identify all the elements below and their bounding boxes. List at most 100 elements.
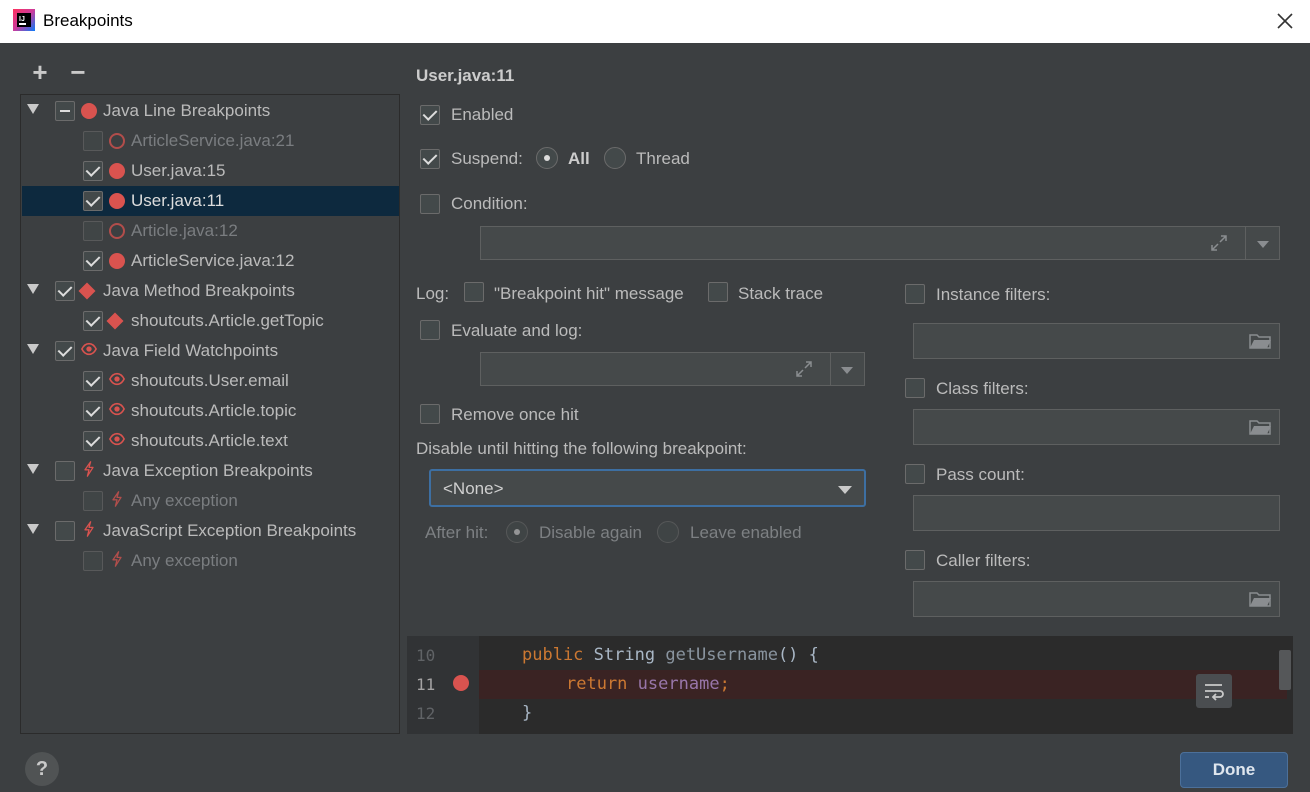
tree-breakpoint-row[interactable]: User.java:15 bbox=[22, 156, 399, 186]
tree-item-label: shoutcuts.User.email bbox=[131, 371, 289, 390]
expand-chevron-icon[interactable] bbox=[27, 344, 39, 354]
breakpoint-checkbox[interactable] bbox=[55, 461, 75, 481]
evaluate-log-checkbox[interactable] bbox=[420, 320, 440, 340]
caller-filters-checkbox[interactable] bbox=[905, 550, 925, 570]
expand-icon[interactable] bbox=[794, 359, 814, 379]
instance-filters-checkbox[interactable] bbox=[905, 284, 925, 304]
red-diamond-icon bbox=[106, 312, 124, 330]
red-ring-icon bbox=[109, 223, 125, 239]
expand-chevron-icon[interactable] bbox=[27, 524, 39, 534]
title-bar: IJ Breakpoints bbox=[0, 0, 1310, 43]
condition-input[interactable] bbox=[480, 226, 1280, 260]
breakpoint-checkbox[interactable] bbox=[83, 371, 103, 391]
breakpoint-checkbox[interactable] bbox=[55, 341, 75, 361]
breakpoint-checkbox[interactable] bbox=[83, 431, 103, 451]
tree-breakpoint-row[interactable]: Article.java:12 bbox=[22, 216, 399, 246]
log-message-checkbox[interactable] bbox=[464, 282, 484, 302]
done-button[interactable]: Done bbox=[1180, 752, 1288, 788]
class-filters-input[interactable] bbox=[913, 409, 1280, 445]
tree-breakpoint-row[interactable]: Any exception bbox=[22, 546, 399, 576]
suspend-all-label: All bbox=[568, 149, 590, 168]
evaluate-log-input[interactable] bbox=[480, 352, 865, 386]
disable-until-label: Disable until hitting the following brea… bbox=[416, 439, 747, 458]
folder-icon[interactable] bbox=[1249, 333, 1271, 349]
suspend-all-radio[interactable] bbox=[536, 147, 558, 169]
breakpoint-checkbox[interactable] bbox=[83, 491, 103, 511]
leave-enabled-radio[interactable] bbox=[657, 521, 679, 543]
breakpoint-checkbox[interactable] bbox=[83, 161, 103, 181]
folder-icon[interactable] bbox=[1249, 591, 1271, 607]
breakpoint-checkbox[interactable] bbox=[83, 131, 103, 151]
red-dot-icon bbox=[81, 103, 97, 119]
tree-group-row[interactable]: Java Line Breakpoints bbox=[22, 96, 399, 126]
tree-group-row[interactable]: Java Method Breakpoints bbox=[22, 276, 399, 306]
breakpoint-checkbox[interactable] bbox=[55, 521, 75, 541]
caller-filters-input[interactable] bbox=[913, 581, 1280, 617]
breakpoint-checkbox[interactable] bbox=[83, 191, 103, 211]
remove-once-hit-checkbox[interactable] bbox=[420, 404, 440, 424]
class-filters-checkbox[interactable] bbox=[905, 378, 925, 398]
disable-until-dropdown[interactable]: <None> bbox=[429, 469, 866, 507]
breakpoint-checkbox[interactable] bbox=[83, 551, 103, 571]
tree-group-row[interactable]: Java Exception Breakpoints bbox=[22, 456, 399, 486]
instance-filters-input[interactable] bbox=[913, 323, 1280, 359]
code-scrollbar[interactable] bbox=[1279, 650, 1291, 690]
expand-chevron-icon[interactable] bbox=[27, 464, 39, 474]
soft-wrap-button[interactable] bbox=[1196, 674, 1232, 708]
breakpoint-checkbox[interactable] bbox=[83, 311, 103, 331]
evaluate-log-label: Evaluate and log: bbox=[451, 321, 583, 340]
tree-breakpoint-row[interactable]: shoutcuts.User.email bbox=[22, 366, 399, 396]
pass-count-input[interactable] bbox=[913, 495, 1280, 531]
enabled-checkbox[interactable] bbox=[420, 105, 440, 125]
breakpoint-checkbox[interactable] bbox=[83, 401, 103, 421]
pass-count-checkbox[interactable] bbox=[905, 464, 925, 484]
after-hit-label: After hit: bbox=[425, 523, 489, 542]
remove-breakpoint-button[interactable]: − bbox=[66, 59, 90, 86]
breakpoint-checkbox[interactable] bbox=[55, 281, 75, 301]
tree-breakpoint-row[interactable]: User.java:11 bbox=[22, 186, 399, 216]
disable-again-radio[interactable] bbox=[506, 521, 528, 543]
log-message-label: "Breakpoint hit" message bbox=[494, 284, 684, 303]
lightning-icon bbox=[84, 461, 94, 477]
breakpoint-checkbox[interactable] bbox=[83, 251, 103, 271]
eye-icon bbox=[109, 402, 125, 416]
tree-breakpoint-row[interactable]: Any exception bbox=[22, 486, 399, 516]
tree-item-label: JavaScript Exception Breakpoints bbox=[103, 521, 357, 540]
tree-group-row[interactable]: Java Field Watchpoints bbox=[22, 336, 399, 366]
tree-item-label: Article.java:12 bbox=[131, 221, 238, 240]
breakpoint-checkbox[interactable] bbox=[55, 101, 75, 121]
remove-once-hit-label: Remove once hit bbox=[451, 405, 579, 424]
folder-icon[interactable] bbox=[1249, 419, 1271, 435]
tree-breakpoint-row[interactable]: shoutcuts.Article.text bbox=[22, 426, 399, 456]
tree-item-label: Java Field Watchpoints bbox=[103, 341, 279, 360]
close-icon[interactable] bbox=[1270, 6, 1300, 36]
pass-count-label: Pass count: bbox=[936, 465, 1025, 484]
red-diamond-icon bbox=[78, 282, 96, 300]
class-filters-label: Class filters: bbox=[936, 379, 1029, 398]
suspend-label: Suspend: bbox=[451, 149, 523, 168]
evaluate-history-chevron-icon[interactable] bbox=[841, 367, 853, 374]
help-button[interactable]: ? bbox=[25, 752, 59, 786]
condition-history-chevron-icon[interactable] bbox=[1257, 241, 1269, 248]
code-line-10: public String getUsername() { bbox=[522, 645, 819, 665]
tree-group-row[interactable]: JavaScript Exception Breakpoints bbox=[22, 516, 399, 546]
condition-label: Condition: bbox=[451, 194, 528, 213]
expand-chevron-icon[interactable] bbox=[27, 284, 39, 294]
tree-breakpoint-row[interactable]: shoutcuts.Article.topic bbox=[22, 396, 399, 426]
expand-chevron-icon[interactable] bbox=[27, 104, 39, 114]
breakpoint-marker-icon[interactable] bbox=[453, 675, 469, 691]
expand-icon[interactable] bbox=[1209, 233, 1229, 253]
line-number: 11 bbox=[416, 675, 436, 694]
suspend-checkbox[interactable] bbox=[420, 149, 440, 169]
suspend-thread-label: Thread bbox=[636, 149, 690, 168]
tree-breakpoint-row[interactable]: ArticleService.java:21 bbox=[22, 126, 399, 156]
add-breakpoint-button[interactable]: + bbox=[28, 59, 52, 86]
log-stack-trace-checkbox[interactable] bbox=[708, 282, 728, 302]
instance-filters-label: Instance filters: bbox=[936, 285, 1051, 304]
condition-checkbox[interactable] bbox=[420, 194, 440, 214]
breakpoint-checkbox[interactable] bbox=[83, 221, 103, 241]
tree-breakpoint-row[interactable]: ArticleService.java:12 bbox=[22, 246, 399, 276]
suspend-thread-radio[interactable] bbox=[604, 147, 626, 169]
log-stack-trace-label: Stack trace bbox=[738, 284, 824, 303]
tree-breakpoint-row[interactable]: shoutcuts.Article.getTopic bbox=[22, 306, 399, 336]
